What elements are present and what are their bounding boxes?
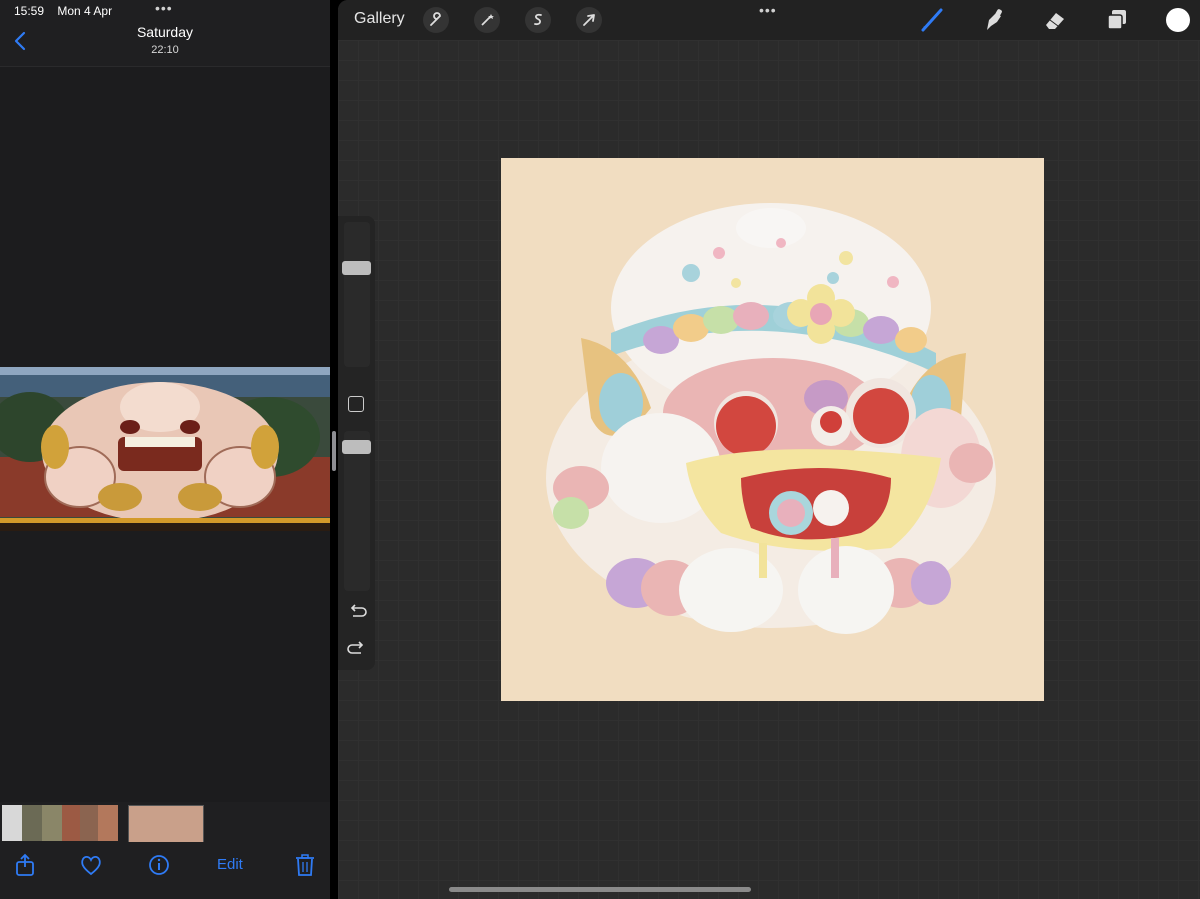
- wrench-icon[interactable]: [423, 7, 449, 33]
- gallery-button[interactable]: Gallery: [354, 10, 405, 28]
- photos-toolbar: Edit: [0, 842, 330, 899]
- home-indicator[interactable]: [449, 887, 751, 892]
- brush-sidebar: [338, 216, 375, 670]
- thumbnail[interactable]: [62, 805, 80, 841]
- thumbnail-strip: [0, 802, 330, 843]
- multitasking-dots-icon[interactable]: •••: [155, 0, 173, 16]
- mural-photo[interactable]: [0, 367, 330, 531]
- photo-time-subtitle: 22:10: [151, 44, 179, 56]
- thumbnail[interactable]: [22, 805, 42, 841]
- brush-icon[interactable]: [919, 6, 947, 34]
- brush-opacity-slider[interactable]: [344, 431, 370, 591]
- procreate-pane: Gallery •••: [338, 0, 1200, 899]
- photo-date-title: Saturday: [136, 24, 194, 40]
- thumbnail[interactable]: [42, 805, 62, 841]
- brush-size-slider[interactable]: [344, 222, 370, 367]
- color-swatch[interactable]: [1166, 8, 1190, 32]
- magic-wand-icon[interactable]: [474, 7, 500, 33]
- thumbnail-selected[interactable]: [128, 805, 204, 843]
- thumbnail[interactable]: [80, 805, 98, 841]
- status-date: Mon 4 Apr: [57, 4, 113, 18]
- eraser-icon[interactable]: [1041, 6, 1069, 34]
- transform-icon[interactable]: [576, 7, 602, 33]
- info-icon[interactable]: [146, 852, 172, 878]
- brush-opacity-thumb[interactable]: [342, 440, 371, 454]
- drawing-canvas[interactable]: [501, 158, 1044, 701]
- trash-icon[interactable]: [292, 852, 318, 878]
- photos-header: 15:59 Mon 4 Apr ••• Saturday 22:10: [0, 0, 330, 67]
- selection-icon[interactable]: [525, 7, 551, 33]
- status-time: 15:59: [14, 4, 45, 18]
- undo-icon[interactable]: [347, 602, 367, 620]
- share-icon[interactable]: [12, 852, 38, 878]
- multitasking-dots-icon[interactable]: •••: [759, 2, 777, 18]
- favorite-heart-icon[interactable]: [78, 852, 104, 878]
- brush-size-thumb[interactable]: [342, 261, 371, 275]
- thumbnail[interactable]: [98, 805, 118, 841]
- thumbnail[interactable]: [2, 805, 22, 841]
- procreate-topbar: Gallery •••: [338, 0, 1200, 40]
- edit-button[interactable]: Edit: [217, 856, 243, 873]
- split-view-handle[interactable]: [332, 431, 336, 471]
- layers-icon[interactable]: [1103, 6, 1131, 34]
- redo-icon[interactable]: [347, 639, 367, 657]
- photos-pane: 15:59 Mon 4 Apr ••• Saturday 22:10 Edit: [0, 0, 330, 899]
- smudge-icon[interactable]: [979, 6, 1007, 34]
- modify-button-icon[interactable]: [348, 396, 364, 412]
- status-bar: 15:59 Mon 4 Apr: [14, 4, 122, 18]
